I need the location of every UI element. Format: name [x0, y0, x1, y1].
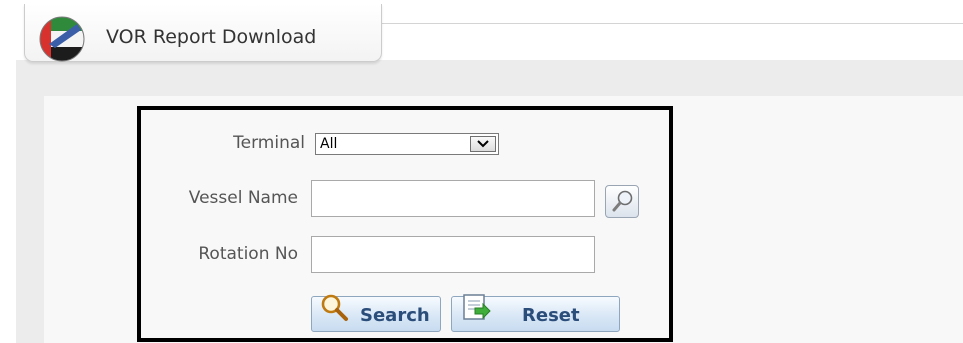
rotation-no-field[interactable] [311, 236, 595, 273]
chevron-down-icon[interactable] [470, 136, 496, 152]
search-button-label: Search [360, 305, 430, 326]
terminal-select[interactable]: All [315, 133, 499, 155]
reset-button[interactable]: Reset [451, 294, 620, 332]
company-logo-icon [39, 16, 85, 62]
vessel-name-label: Vessel Name [188, 188, 298, 208]
reset-document-icon [463, 294, 491, 320]
terminal-label: Terminal [233, 133, 305, 153]
reset-button-label: Reset [522, 305, 580, 326]
search-icon [321, 294, 348, 321]
magnifier-icon [612, 190, 633, 212]
header-divider [382, 23, 963, 24]
rotation-no-label: Rotation No [198, 244, 298, 264]
page-title: VOR Report Download [106, 26, 317, 48]
search-button[interactable]: Search [311, 294, 441, 332]
search-form: Terminal All Vessel Name Rotation No Sea… [137, 106, 673, 342]
vessel-lookup-button[interactable] [605, 185, 639, 218]
vessel-name-field[interactable] [311, 180, 595, 217]
terminal-selected-value: All [320, 136, 338, 152]
